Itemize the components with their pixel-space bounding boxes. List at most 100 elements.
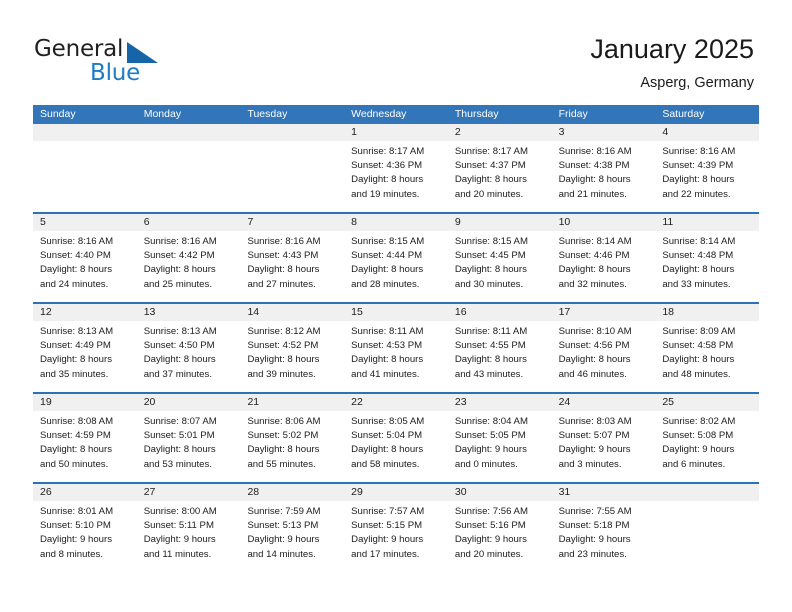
daylight-duration-line1: Daylight: 8 hours: [247, 354, 320, 366]
day-number: 21: [247, 396, 260, 408]
daylight-duration-line1: Daylight: 9 hours: [662, 444, 735, 456]
day-cell[interactable]: 27 Sunrise: 8:00 AM Sunset: 5:11 PM Dayligh…: [136, 484, 241, 574]
day-cell[interactable]: 24 Sunrise: 8:03 AM Sunset: 5:07 PM Dayligh…: [551, 394, 656, 482]
day-cell[interactable]: 30 Sunrise: 7:56 AM Sunset: 5:16 PM Dayligh…: [447, 484, 552, 574]
general-blue-logo[interactable]: General Blue: [34, 36, 184, 92]
daylight-duration-line1: Daylight: 8 hours: [40, 264, 112, 276]
day-details: Sunrise: 8:10 AM Sunset: 4:56 PM Daylight:…: [552, 321, 656, 382]
sunrise-time: Sunrise: 8:12 AM: [247, 326, 321, 337]
day-details: Sunrise: 8:14 AM Sunset: 4:46 PM Daylight:…: [552, 231, 656, 292]
day-number: 25: [662, 396, 674, 408]
daylight-duration-line2: and 46 minutes.: [558, 368, 627, 380]
daylight-duration-line2: and 20 minutes.: [454, 188, 524, 200]
day-cell[interactable]: 14 Sunrise: 8:12 AM Sunset: 4:52 PM Dayligh…: [240, 304, 345, 392]
day-number-band: 31: [551, 484, 656, 501]
daylight-duration-line2: and 8 minutes.: [40, 548, 103, 560]
sunset-time: Sunset: 5:16 PM: [454, 520, 526, 532]
sunrise-time: Sunrise: 8:15 AM: [454, 236, 528, 247]
day-cell[interactable]: 25 Sunrise: 8:02 AM Sunset: 5:08 PM Dayligh…: [655, 394, 760, 482]
daylight-duration-line2: and 53 minutes.: [143, 458, 212, 470]
daylight-duration-line1: Daylight: 8 hours: [40, 354, 112, 366]
day-cell[interactable]: 22 Sunrise: 8:05 AM Sunset: 5:04 PM Dayligh…: [344, 394, 448, 482]
day-number-band: [136, 124, 241, 141]
day-details: Sunrise: 8:13 AM Sunset: 4:49 PM Daylight:…: [33, 321, 137, 382]
sunset-time: Sunset: 4:40 PM: [40, 250, 111, 262]
sunset-time: Sunset: 4:59 PM: [40, 430, 111, 442]
day-cell[interactable]: 16 Sunrise: 8:11 AM Sunset: 4:55 PM Dayligh…: [447, 304, 552, 392]
day-cell[interactable]: 8 Sunrise: 8:15 AM Sunset: 4:44 PM Daylight…: [344, 214, 448, 302]
day-number-band: 23: [447, 394, 552, 411]
day-number: 13: [143, 306, 156, 318]
day-number-band: 29: [344, 484, 448, 501]
day-number: 27: [143, 486, 156, 498]
day-cell[interactable]: 7 Sunrise: 8:16 AM Sunset: 4:43 PM Daylight…: [240, 214, 345, 302]
daylight-duration-line1: Daylight: 9 hours: [247, 534, 320, 546]
daylight-duration-line1: Daylight: 8 hours: [143, 264, 216, 276]
page-title: January 2025: [590, 34, 754, 64]
daylight-duration-line1: Daylight: 8 hours: [247, 264, 320, 276]
day-cell[interactable]: 26 Sunrise: 8:01 AM Sunset: 5:10 PM Dayligh…: [33, 484, 137, 574]
day-number-band: 5: [33, 214, 137, 231]
day-cell[interactable]: 3 Sunrise: 8:16 AM Sunset: 4:38 PM Daylight…: [551, 124, 656, 212]
day-number: 24: [558, 396, 571, 408]
sunrise-time: Sunrise: 8:09 AM: [662, 326, 736, 337]
sunrise-time: Sunrise: 7:55 AM: [558, 506, 632, 517]
day-details: Sunrise: 8:11 AM Sunset: 4:53 PM Daylight:…: [344, 321, 448, 382]
day-cell[interactable]: 19 Sunrise: 8:08 AM Sunset: 4:59 PM Dayligh…: [33, 394, 137, 482]
day-cell[interactable]: 15 Sunrise: 8:11 AM Sunset: 4:53 PM Dayligh…: [344, 304, 448, 392]
sunrise-time: Sunrise: 8:16 AM: [143, 236, 217, 247]
sunset-time: Sunset: 4:49 PM: [40, 340, 111, 352]
daylight-duration-line1: Daylight: 9 hours: [143, 534, 216, 546]
day-cell[interactable]: 5 Sunrise: 8:16 AM Sunset: 4:40 PM Daylight…: [33, 214, 137, 302]
sunrise-time: Sunrise: 8:17 AM: [454, 146, 528, 157]
daylight-duration-line2: and 39 minutes.: [247, 368, 316, 380]
day-cell[interactable]: 18 Sunrise: 8:09 AM Sunset: 4:58 PM Dayligh…: [655, 304, 760, 392]
weekday-header-wednesday: Wednesday: [351, 108, 407, 120]
calendar-weeks: 1 Sunrise: 8:17 AM Sunset: 4:36 PM Daylight…: [33, 124, 760, 574]
daylight-duration-line1: Daylight: 9 hours: [454, 534, 527, 546]
day-number-band: 10: [551, 214, 656, 231]
day-number: 20: [143, 396, 156, 408]
sunrise-time: Sunrise: 8:08 AM: [40, 416, 114, 427]
day-cell[interactable]: 11 Sunrise: 8:14 AM Sunset: 4:48 PM Dayligh…: [655, 214, 760, 302]
day-cell[interactable]: 28 Sunrise: 7:59 AM Sunset: 5:13 PM Dayligh…: [240, 484, 345, 574]
daylight-duration-line1: Daylight: 8 hours: [558, 174, 631, 186]
sunset-time: Sunset: 5:08 PM: [662, 430, 734, 442]
day-cell[interactable]: 23 Sunrise: 8:04 AM Sunset: 5:05 PM Dayligh…: [447, 394, 552, 482]
daylight-duration-line2: and 28 minutes.: [351, 278, 420, 290]
daylight-duration-line1: Daylight: 8 hours: [662, 264, 735, 276]
daylight-duration-line2: and 21 minutes.: [558, 188, 627, 200]
day-cell[interactable]: 12 Sunrise: 8:13 AM Sunset: 4:49 PM Dayligh…: [33, 304, 137, 392]
day-cell[interactable]: 1 Sunrise: 8:17 AM Sunset: 4:36 PM Daylight…: [344, 124, 448, 212]
day-cell[interactable]: 17 Sunrise: 8:10 AM Sunset: 4:56 PM Dayligh…: [551, 304, 656, 392]
day-number-band: 27: [136, 484, 241, 501]
day-cell[interactable]: 21 Sunrise: 8:06 AM Sunset: 5:02 PM Dayligh…: [240, 394, 345, 482]
day-cell[interactable]: 2 Sunrise: 8:17 AM Sunset: 4:37 PM Daylight…: [447, 124, 552, 212]
weekday-header-thursday: Thursday: [454, 108, 499, 120]
day-cell[interactable]: 20 Sunrise: 8:07 AM Sunset: 5:01 PM Dayligh…: [136, 394, 241, 482]
day-number: 29: [351, 486, 363, 498]
day-number-band: 1: [344, 124, 448, 141]
daylight-duration-line2: and 32 minutes.: [558, 278, 627, 290]
day-number-band: 7: [240, 214, 345, 231]
day-cell[interactable]: 13 Sunrise: 8:13 AM Sunset: 4:50 PM Dayligh…: [136, 304, 241, 392]
daylight-duration-line2: and 22 minutes.: [662, 188, 731, 200]
day-cell[interactable]: 29 Sunrise: 7:57 AM Sunset: 5:15 PM Dayligh…: [344, 484, 448, 574]
sunset-time: Sunset: 4:53 PM: [351, 340, 423, 352]
day-number-band: 19: [33, 394, 137, 411]
sunrise-time: Sunrise: 8:10 AM: [558, 326, 632, 337]
day-number-band: 16: [447, 304, 552, 321]
daylight-duration-line2: and 35 minutes.: [40, 368, 109, 380]
sunset-time: Sunset: 4:44 PM: [351, 250, 423, 262]
day-number: 11: [662, 216, 674, 228]
day-cell[interactable]: 31 Sunrise: 7:55 AM Sunset: 5:18 PM Dayligh…: [551, 484, 656, 574]
day-number-band: 6: [136, 214, 241, 231]
sunset-time: Sunset: 4:45 PM: [454, 250, 526, 262]
day-cell[interactable]: 4 Sunrise: 8:16 AM Sunset: 4:39 PM Daylight…: [655, 124, 760, 212]
day-cell[interactable]: 6 Sunrise: 8:16 AM Sunset: 4:42 PM Daylight…: [136, 214, 241, 302]
sunset-time: Sunset: 5:04 PM: [351, 430, 423, 442]
day-cell[interactable]: 9 Sunrise: 8:15 AM Sunset: 4:45 PM Daylight…: [447, 214, 552, 302]
day-details: Sunrise: 8:15 AM Sunset: 4:44 PM Daylight:…: [344, 231, 448, 292]
day-number-band: [655, 484, 760, 501]
day-cell[interactable]: 10 Sunrise: 8:14 AM Sunset: 4:46 PM Dayligh…: [551, 214, 656, 302]
